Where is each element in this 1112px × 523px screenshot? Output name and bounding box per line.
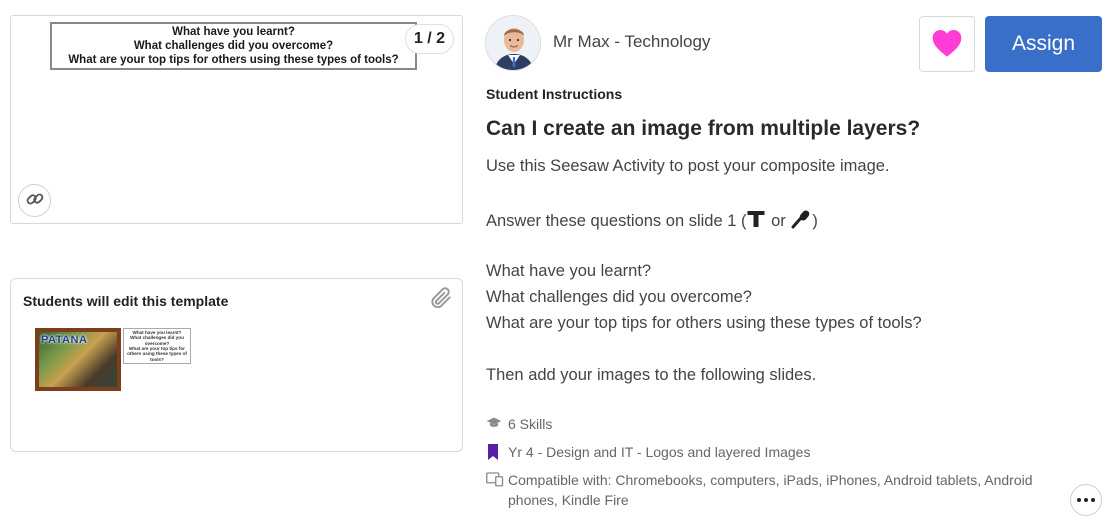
text-tool-icon bbox=[746, 209, 766, 234]
template-slide-thumbnail-1[interactable]: PATANA bbox=[35, 328, 121, 391]
instruction-line-1: Use this Seesaw Activity to post your co… bbox=[486, 157, 890, 175]
assign-button[interactable]: Assign bbox=[985, 16, 1102, 72]
author-name[interactable]: Mr Max - Technology bbox=[553, 32, 710, 52]
bookmark-icon bbox=[486, 442, 508, 464]
activity-title: Can I create an image from multiple laye… bbox=[486, 117, 921, 140]
graduation-cap-icon bbox=[486, 414, 508, 434]
template-slide-thumbnail-2[interactable]: What have you learnt? What challenges di… bbox=[123, 328, 191, 364]
paperclip-icon[interactable] bbox=[428, 285, 454, 316]
compatibility-row: Compatible with: Chromebooks, computers,… bbox=[486, 470, 1033, 510]
compatibility-line-1: Compatible with: Chromebooks, computers,… bbox=[508, 472, 1033, 488]
template-title: Students will edit this template bbox=[23, 293, 229, 309]
more-options-icon bbox=[1077, 498, 1095, 502]
slide-line-2: What challenges did you overcome? bbox=[133, 40, 334, 52]
closing-instruction: Then add your images to the following sl… bbox=[486, 366, 817, 384]
author-avatar[interactable] bbox=[485, 15, 541, 71]
slide-line-3: What are your top tips for others using … bbox=[68, 54, 399, 66]
skills-row[interactable]: 6 Skills bbox=[486, 414, 552, 434]
thumbnail-brand-text: PATANA bbox=[41, 334, 88, 346]
question-2: What challenges did you overcome? bbox=[486, 288, 752, 306]
student-instructions-label: Student Instructions bbox=[486, 86, 623, 102]
compatibility-text: Compatible with: Chromebooks, computers,… bbox=[508, 470, 1033, 510]
link-button[interactable] bbox=[18, 184, 51, 217]
instruction-line-2-prefix: Answer these questions on slide 1 ( bbox=[486, 212, 747, 230]
slide-preview-card: What have you learnt? What challenges di… bbox=[50, 22, 417, 70]
activity-preview[interactable]: What have you learnt? What challenges di… bbox=[10, 15, 463, 224]
question-3: What are your top tips for others using … bbox=[486, 314, 922, 332]
instruction-line-2-or: or bbox=[771, 212, 786, 230]
slide-line-1: What have you learnt? bbox=[172, 26, 295, 38]
link-icon bbox=[25, 189, 45, 212]
question-1: What have you learnt? bbox=[486, 262, 652, 280]
folder-name: Yr 4 - Design and IT - Logos and layered… bbox=[508, 444, 811, 460]
microphone-icon bbox=[790, 209, 812, 234]
devices-icon bbox=[486, 470, 508, 490]
compatibility-line-2: phones, Kindle Fire bbox=[508, 492, 629, 508]
template-panel: Students will edit this template PATANA … bbox=[10, 278, 463, 452]
like-button[interactable] bbox=[919, 16, 975, 72]
thumb-line: tools? bbox=[150, 356, 164, 362]
skills-count: 6 Skills bbox=[508, 416, 553, 432]
heart-icon bbox=[930, 28, 964, 61]
page-count-badge: 1 / 2 bbox=[404, 24, 454, 54]
instruction-line-2-suffix: ) bbox=[812, 212, 818, 230]
more-options-button[interactable] bbox=[1070, 484, 1102, 516]
folder-row[interactable]: Yr 4 - Design and IT - Logos and layered… bbox=[486, 442, 810, 464]
instruction-line-2: Answer these questions on slide 1 ( or ) bbox=[486, 209, 818, 234]
